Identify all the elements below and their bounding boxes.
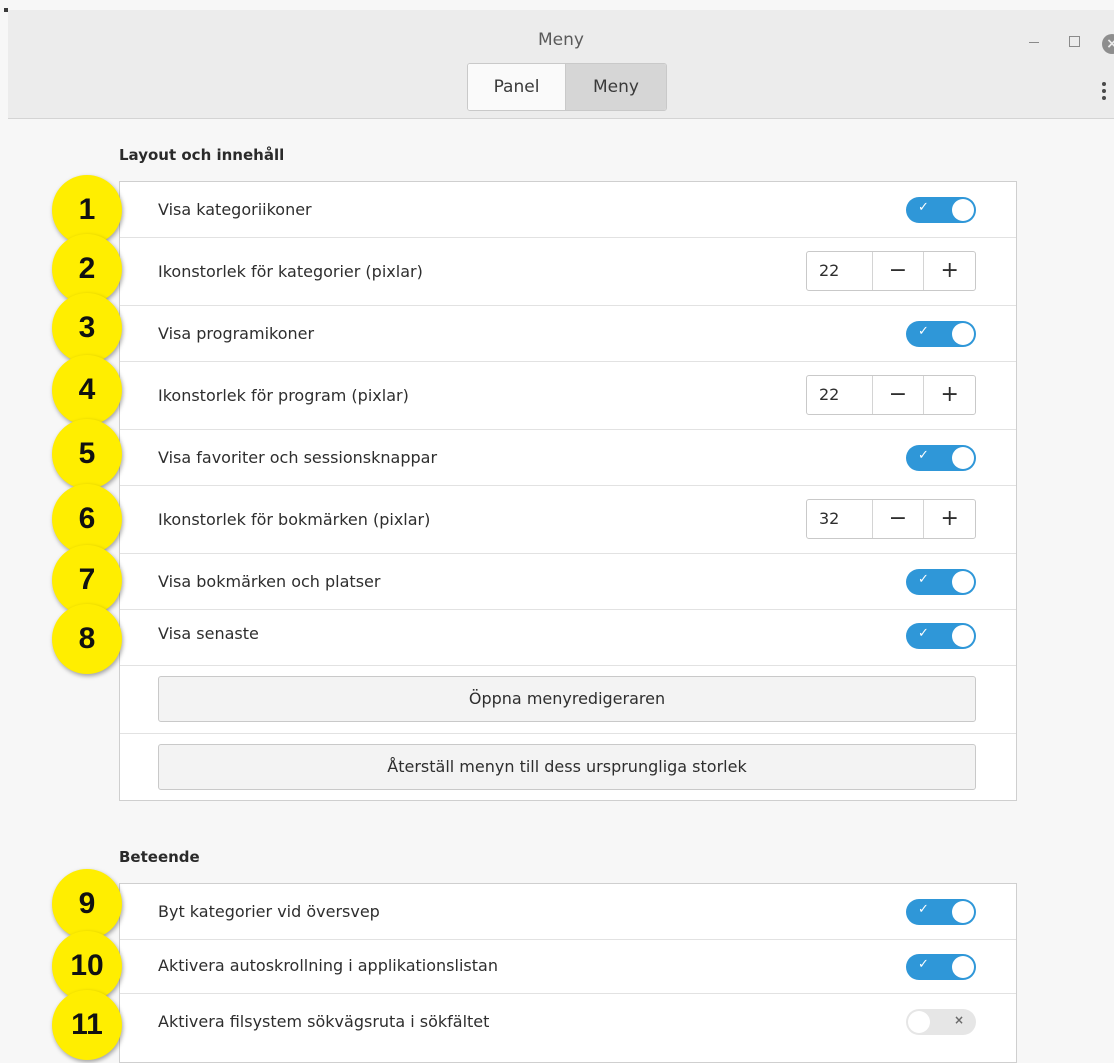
show-category-icons-toggle[interactable]: ✓ — [906, 197, 976, 223]
badge-3: 3 — [52, 293, 122, 363]
window-title: Meny — [538, 30, 584, 50]
setting-row: Ikonstorlek för program (pixlar) 22 − + — [120, 362, 1016, 430]
bookmark-icon-size-stepper[interactable]: 32 − + — [806, 499, 976, 539]
autoscroll-toggle[interactable]: ✓ — [906, 954, 976, 980]
layout-card: Visa kategoriikoner ✓ Ikonstorlek för ka… — [119, 181, 1017, 801]
decrement-button[interactable]: − — [873, 500, 925, 538]
setting-row: Visa favoriter och sessionsknappar ✓ — [120, 430, 1016, 486]
title-bar: Meny Panel Meny × — [8, 10, 1114, 119]
increment-button[interactable]: + — [924, 500, 975, 538]
filesystem-path-toggle[interactable]: × — [906, 1009, 976, 1035]
tab-meny[interactable]: Meny — [566, 64, 666, 110]
category-icon-size-stepper[interactable]: 22 − + — [806, 251, 976, 291]
tab-panel[interactable]: Panel — [468, 64, 566, 110]
setting-label: Byt kategorier vid översvep — [158, 902, 380, 921]
setting-row: Aktivera autoskrollning i applikationsli… — [120, 940, 1016, 994]
app-icon-size-stepper[interactable]: 22 − + — [806, 375, 976, 415]
section-title-behavior: Beteende — [119, 848, 200, 866]
setting-label: Ikonstorlek för kategorier (pixlar) — [158, 262, 423, 281]
button-row: Återställ menyn till dess ursprungliga s… — [120, 734, 1016, 802]
show-app-icons-toggle[interactable]: ✓ — [906, 321, 976, 347]
more-options-icon[interactable] — [1101, 82, 1107, 103]
show-recent-toggle[interactable]: ✓ — [906, 623, 976, 649]
spin-value[interactable]: 32 — [807, 500, 873, 538]
setting-label: Visa senaste — [158, 624, 259, 643]
close-icon[interactable]: × — [1102, 34, 1114, 54]
setting-label: Ikonstorlek för program (pixlar) — [158, 386, 409, 405]
show-bookmarks-toggle[interactable]: ✓ — [906, 569, 976, 595]
setting-label: Aktivera autoskrollning i applikationsli… — [158, 956, 498, 975]
badge-4: 4 — [52, 355, 122, 425]
increment-button[interactable]: + — [924, 376, 975, 414]
section-title-layout: Layout och innehåll — [119, 146, 285, 164]
behavior-card: Byt kategorier vid översvep ✓ Aktivera a… — [119, 883, 1017, 1063]
setting-row: Visa senaste ✓ — [120, 610, 1016, 666]
setting-row: Byt kategorier vid översvep ✓ — [120, 884, 1016, 940]
badge-5: 5 — [52, 419, 122, 489]
reset-menu-size-button[interactable]: Återställ menyn till dess ursprungliga s… — [158, 744, 976, 790]
open-menu-editor-button[interactable]: Öppna menyredigeraren — [158, 676, 976, 722]
setting-label: Visa bokmärken och platser — [158, 572, 381, 591]
tab-switcher: Panel Meny — [467, 63, 667, 111]
maximize-icon[interactable] — [1069, 36, 1080, 47]
setting-row: Ikonstorlek för bokmärken (pixlar) 32 − … — [120, 486, 1016, 554]
setting-row: Ikonstorlek för kategorier (pixlar) 22 −… — [120, 238, 1016, 306]
setting-row: Aktivera filsystem sökvägsruta i sökfält… — [120, 994, 1016, 1054]
increment-button[interactable]: + — [924, 252, 975, 290]
setting-row: Visa kategoriikoner ✓ — [120, 182, 1016, 238]
badge-9: 9 — [52, 869, 122, 939]
badge-11: 11 — [52, 990, 122, 1060]
setting-label: Aktivera filsystem sökvägsruta i sökfält… — [158, 1012, 490, 1031]
button-row: Öppna menyredigeraren — [120, 666, 1016, 734]
show-favorites-toggle[interactable]: ✓ — [906, 445, 976, 471]
switch-category-hover-toggle[interactable]: ✓ — [906, 899, 976, 925]
badge-6: 6 — [52, 484, 122, 554]
setting-label: Visa kategoriikoner — [158, 200, 312, 219]
decrement-button[interactable]: − — [873, 376, 925, 414]
setting-row: Visa programikoner ✓ — [120, 306, 1016, 362]
decrement-button[interactable]: − — [873, 252, 925, 290]
setting-label: Visa favoriter och sessionsknappar — [158, 448, 438, 467]
setting-row: Visa bokmärken och platser ✓ — [120, 554, 1016, 610]
badge-8: 8 — [52, 604, 122, 674]
spin-value[interactable]: 22 — [807, 252, 873, 290]
setting-label: Ikonstorlek för bokmärken (pixlar) — [158, 510, 431, 529]
spin-value[interactable]: 22 — [807, 376, 873, 414]
minimize-icon[interactable] — [1029, 32, 1039, 43]
setting-label: Visa programikoner — [158, 324, 315, 343]
